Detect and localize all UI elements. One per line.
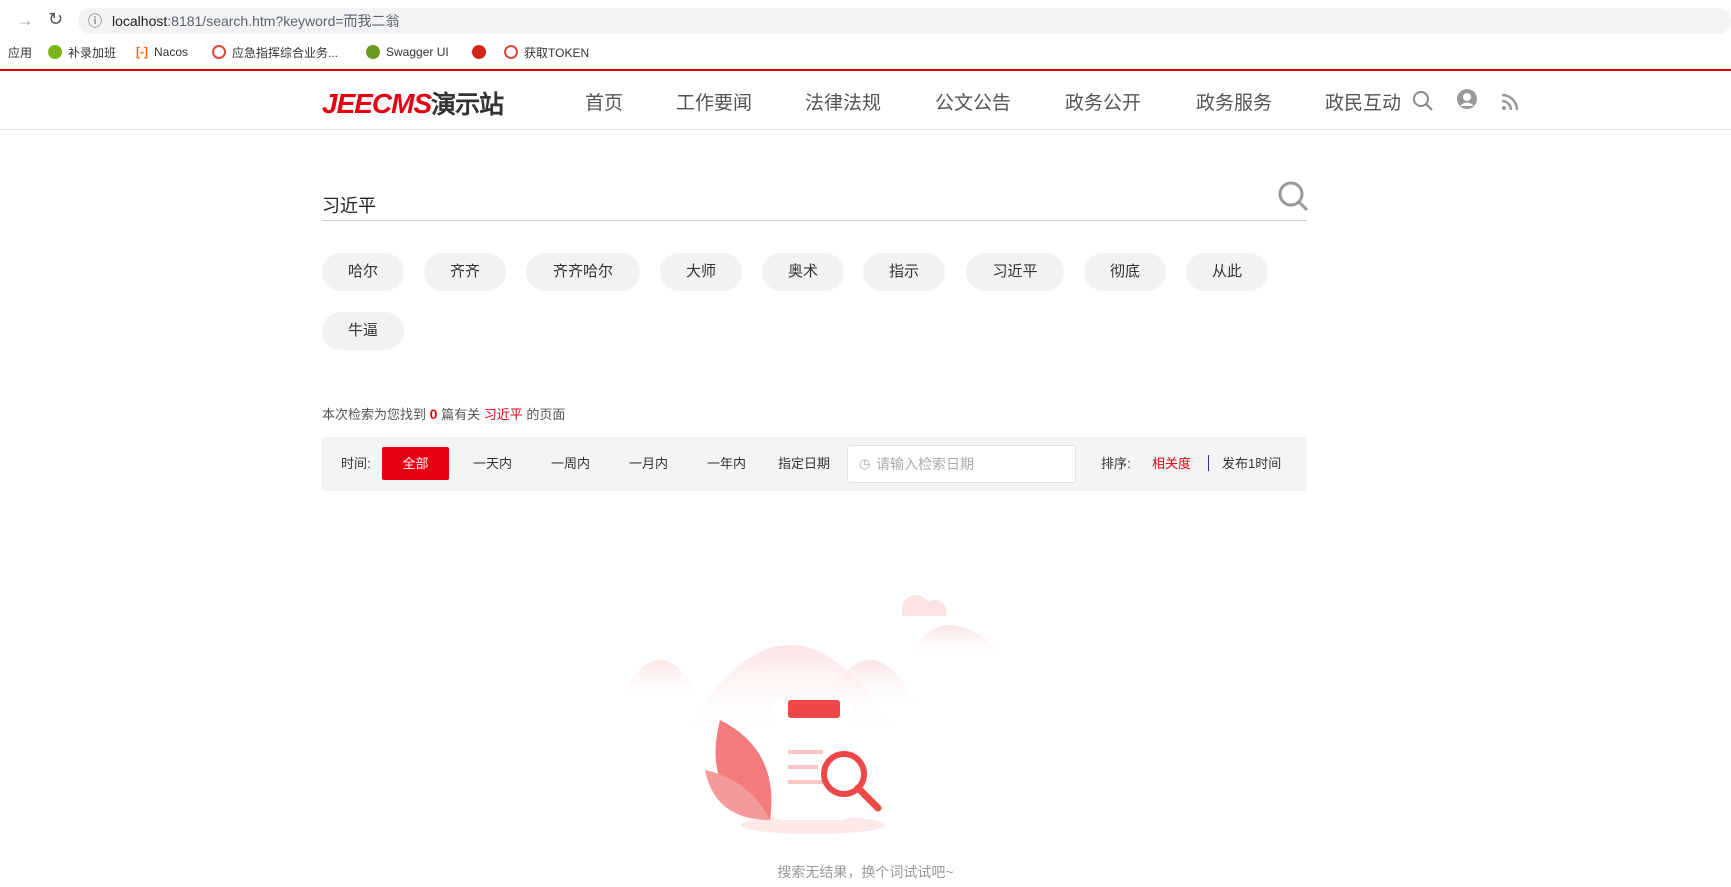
nav-interact[interactable]: 政民互动: [1325, 88, 1401, 115]
filter-day[interactable]: 一天内: [473, 447, 512, 480]
reload-icon[interactable]: ↻: [48, 9, 63, 30]
tag-item[interactable]: 哈尔: [322, 253, 404, 291]
bookmark-6[interactable]: 获取TOKEN: [504, 43, 589, 61]
result-middle: 篇有关: [441, 407, 481, 422]
sort-label: 排序:: [1101, 456, 1131, 471]
bookmark-5[interactable]: [472, 43, 486, 61]
tag-item[interactable]: 彻底: [1084, 253, 1166, 291]
tag-item[interactable]: 牛逼: [322, 312, 404, 350]
tag-item[interactable]: 齐齐哈尔: [526, 253, 640, 291]
forward-icon[interactable]: →: [16, 10, 34, 31]
bookmark-2[interactable]: [-] Nacos: [136, 43, 188, 61]
sort-relevance[interactable]: 相关度: [1152, 447, 1191, 480]
filter-month[interactable]: 一月内: [629, 447, 668, 480]
bookmark-label: 补录加班: [68, 45, 117, 60]
filter-custom-date[interactable]: 指定日期: [778, 447, 830, 480]
bookmark-label: 应用: [8, 45, 33, 60]
empty-illustration: [620, 595, 1010, 834]
nav-law[interactable]: 法律法规: [805, 88, 881, 115]
bookmark-label: 获取TOKEN: [524, 45, 590, 60]
bookmark-label: Nacos: [154, 45, 189, 59]
url-host: localhost: [112, 13, 168, 29]
bookmark-label: 应急指挥综合业务...: [232, 45, 339, 60]
nacos-icon: [-]: [136, 45, 148, 59]
filter-week[interactable]: 一周内: [551, 447, 590, 480]
app-icon: [504, 45, 518, 59]
app-icon: [212, 45, 226, 59]
date-input[interactable]: ◷ 请输入检索日期: [847, 445, 1076, 483]
site-logo[interactable]: JEECMS演示站: [322, 85, 504, 121]
result-prefix: 本次检索为您找到: [322, 407, 427, 422]
sort-divider: [1208, 455, 1209, 471]
url-path: :8181/search.htm?keyword=而我二翁: [167, 13, 400, 29]
filter-year[interactable]: 一年内: [707, 447, 746, 480]
logo-text: JEECMS: [322, 88, 432, 119]
tag-item[interactable]: 齐齐: [424, 253, 506, 291]
search-icon[interactable]: [1412, 90, 1434, 112]
empty-message: 搜索无结果，换个词试试吧~: [777, 864, 954, 880]
filter-all[interactable]: 全部: [382, 447, 449, 480]
nav-news[interactable]: 工作要闻: [676, 88, 752, 115]
tag-item[interactable]: 大师: [660, 253, 742, 291]
bookmark-apps[interactable]: 应用: [8, 43, 32, 61]
result-suffix: 的页面: [526, 407, 566, 422]
bookmark-label: Swagger UI: [386, 45, 449, 59]
leaf-icon: [48, 45, 62, 59]
search-input[interactable]: 习近平: [322, 192, 376, 218]
date-placeholder: 请输入检索日期: [876, 456, 974, 472]
time-label: 时间:: [341, 456, 371, 471]
bookmark-1[interactable]: 补录加班: [48, 43, 116, 61]
rss-icon[interactable]: [1500, 92, 1520, 112]
nav-service[interactable]: 政务服务: [1196, 88, 1272, 115]
clock-icon: ◷: [859, 456, 871, 471]
bookmark-3[interactable]: 应急指挥综合业务...: [212, 43, 338, 61]
search-submit-icon[interactable]: [1277, 180, 1309, 212]
tag-item[interactable]: 习近平: [966, 253, 1064, 291]
swagger-icon: [366, 45, 380, 59]
search-underline: [322, 220, 1307, 221]
tag-item[interactable]: 奥术: [762, 253, 844, 291]
user-icon[interactable]: [1456, 88, 1478, 110]
nav-notice[interactable]: 公文公告: [935, 88, 1011, 115]
address-bar[interactable]: ⓘ localhost:8181/search.htm?keyword=而我二翁: [78, 8, 1731, 34]
sort-time[interactable]: 发布1时间: [1222, 447, 1281, 480]
result-keyword: 习近平: [483, 407, 523, 422]
nav-home[interactable]: 首页: [585, 88, 623, 115]
result-count: 0: [429, 406, 438, 422]
result-summary: 本次检索为您找到 0 篇有关 习近平 的页面: [322, 404, 565, 423]
bookmark-4[interactable]: Swagger UI: [366, 43, 449, 61]
tag-item[interactable]: 指示: [863, 253, 945, 291]
logo-sub: 演示站: [431, 91, 504, 119]
nav-open[interactable]: 政务公开: [1065, 88, 1141, 115]
info-icon: ⓘ: [88, 13, 102, 29]
tag-item[interactable]: 从此: [1186, 253, 1268, 291]
emblem-icon: [472, 45, 486, 59]
